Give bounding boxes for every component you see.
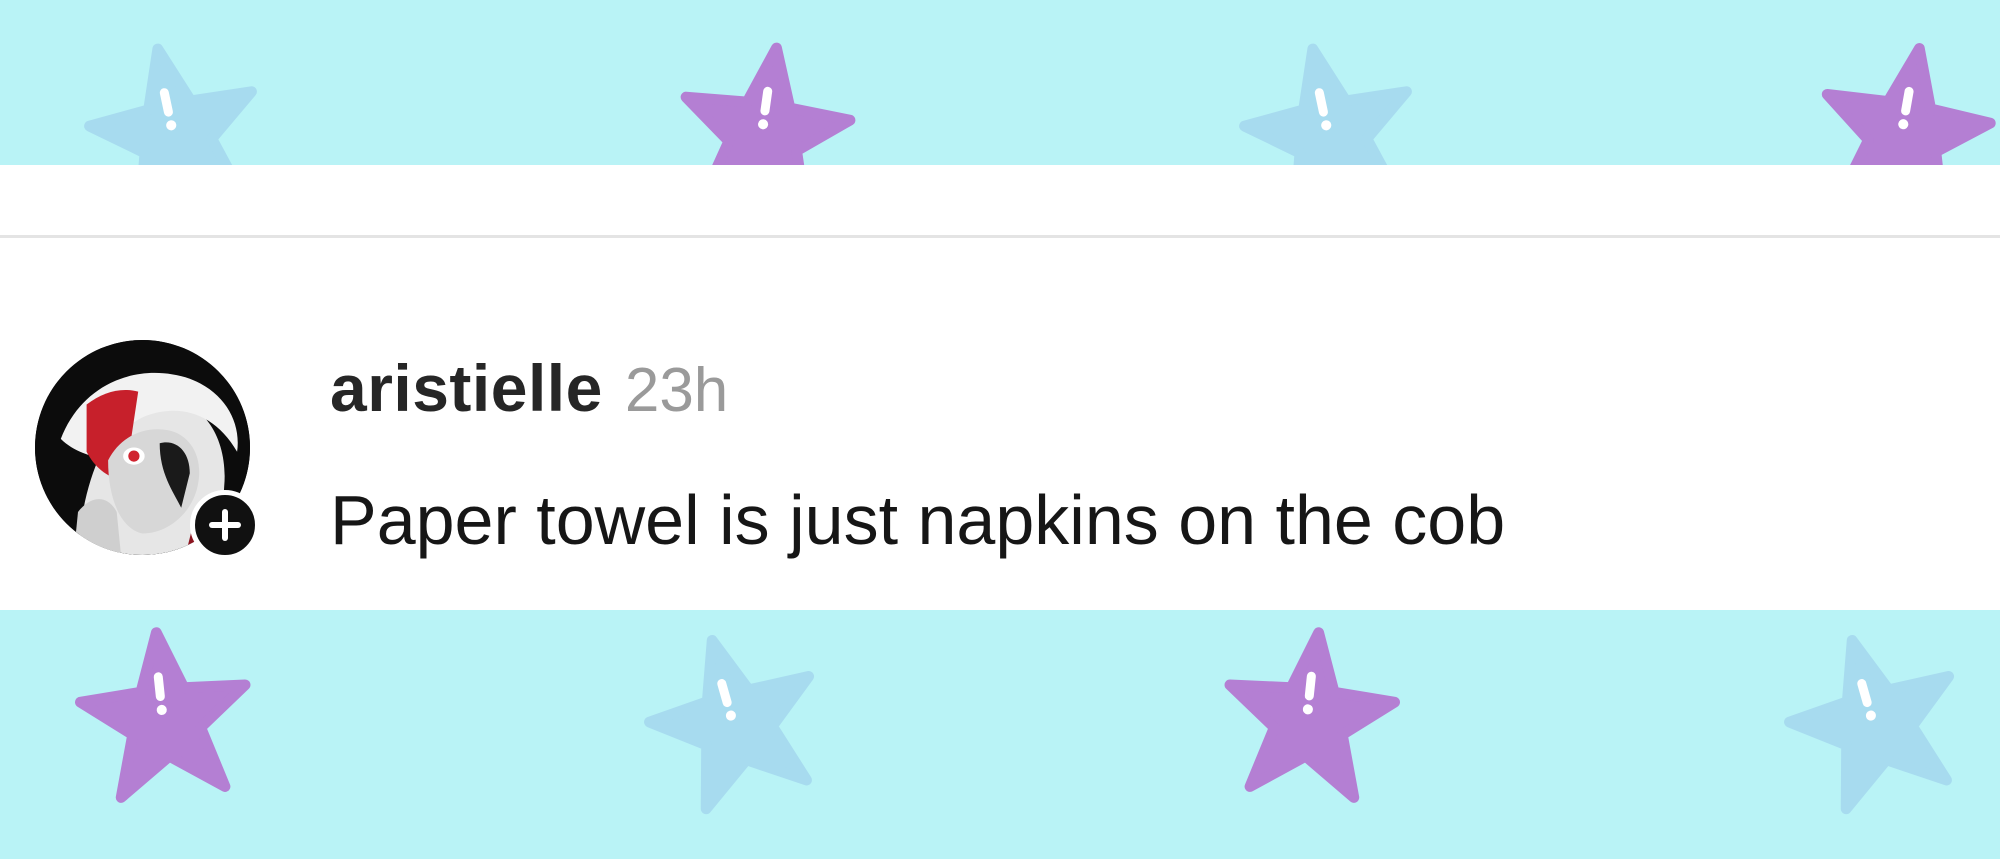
decorative-star-banner-top — [0, 0, 2000, 165]
post-screenshot: aristielle 23h Paper towel is just napki… — [0, 0, 2000, 859]
purple-star-icon — [658, 28, 871, 165]
blue-star-icon — [619, 610, 851, 833]
blue-star-icon — [63, 22, 286, 165]
follow-button[interactable] — [190, 490, 260, 560]
post-timestamp: 23h — [624, 356, 729, 425]
divider — [0, 235, 2000, 238]
blue-star-icon — [1759, 610, 1991, 833]
purple-star-icon — [1796, 25, 2000, 165]
decorative-star-banner-bottom — [0, 610, 2000, 859]
plus-icon — [209, 509, 241, 541]
username-link[interactable]: aristielle — [330, 350, 603, 426]
purple-star-icon — [61, 616, 269, 815]
blue-star-icon — [1218, 22, 1441, 165]
post-meta: aristielle 23h — [330, 350, 728, 440]
post-text: Paper towel is just napkins on the cob — [330, 481, 1506, 559]
purple-star-icon — [1206, 616, 1414, 815]
post-card: aristielle 23h Paper towel is just napki… — [0, 165, 2000, 610]
